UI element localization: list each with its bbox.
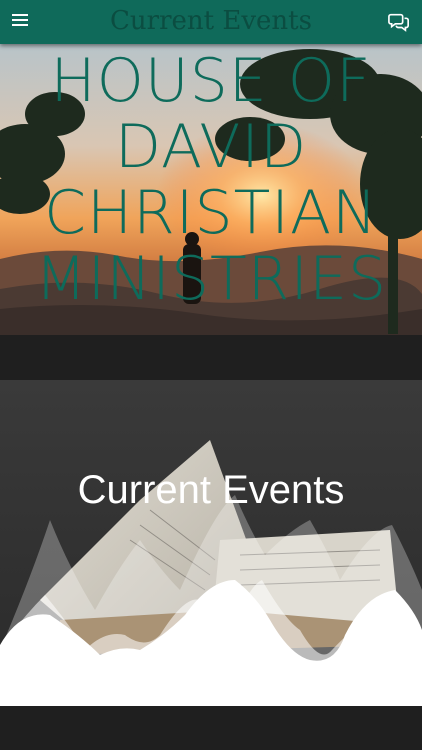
current-events-section[interactable]: Current Events: [0, 380, 422, 706]
hero-title-line: MINISTRIES: [34, 244, 388, 314]
bottom-area: [0, 706, 422, 750]
top-app-bar: Current Events: [0, 0, 422, 44]
hero-title-line: HOUSE OF: [50, 46, 372, 116]
section-divider: [0, 335, 422, 380]
chat-bubbles-icon[interactable]: [388, 11, 410, 33]
hero-title-line: DAVID: [114, 112, 308, 182]
hero-title: HOUSE OF DAVID CHRISTIAN MINISTRIES: [0, 48, 422, 312]
section-title: Current Events: [77, 468, 345, 512]
page-title: Current Events: [110, 6, 312, 36]
hero-banner: HOUSE OF DAVID CHRISTIAN MINISTRIES: [0, 44, 422, 335]
bible-background-image: [0, 380, 422, 706]
hero-title-line: CHRISTIAN: [44, 178, 378, 248]
